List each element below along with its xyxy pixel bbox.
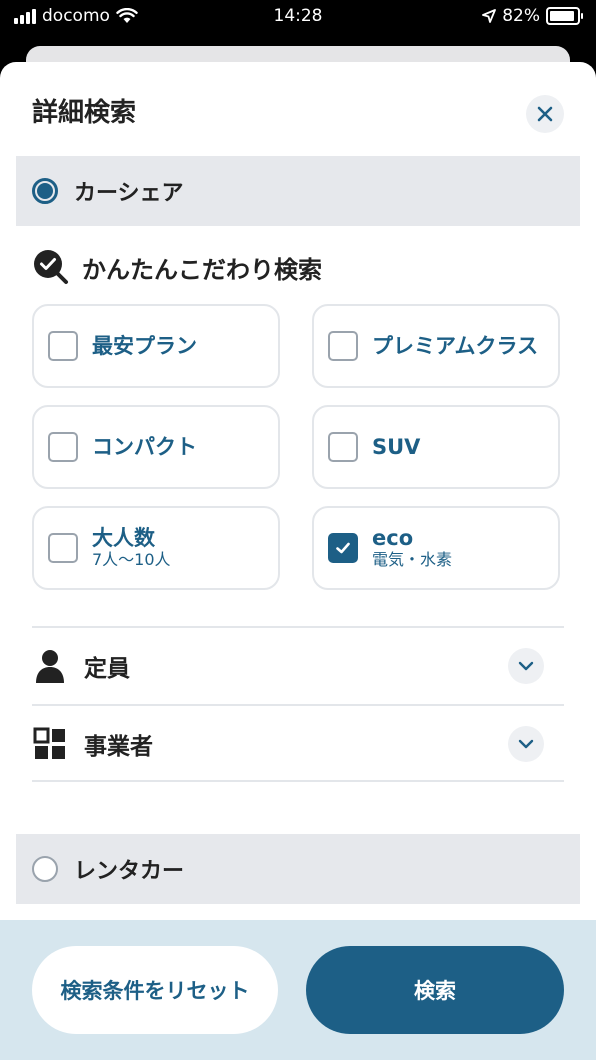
grid-icon: [33, 727, 65, 759]
divider: [32, 780, 564, 782]
eco-label: eco: [372, 526, 414, 550]
large-group-checkbox[interactable]: [48, 533, 78, 563]
rental-label: レンタカー: [74, 859, 185, 884]
accordion-operator[interactable]: 事業者: [32, 704, 564, 782]
operator-expand-button[interactable]: [508, 726, 544, 762]
search-button[interactable]: 検索: [306, 946, 564, 1034]
option-carshare[interactable]: カーシェア: [16, 156, 580, 226]
filter-eco[interactable]: eco 電気・水素: [312, 506, 560, 590]
cheapest-label: 最安プラン: [92, 334, 197, 358]
accordion-capacity[interactable]: 定員: [32, 626, 564, 704]
compact-checkbox[interactable]: [48, 432, 78, 462]
search-check-icon: [34, 250, 68, 284]
status-bar: docomo 14:28 82%: [0, 0, 596, 34]
premium-label: プレミアムクラス: [372, 334, 539, 358]
option-rental[interactable]: レンタカー: [16, 834, 580, 904]
premium-checkbox[interactable]: [328, 331, 358, 361]
large-group-sub: 7人〜10人: [92, 550, 171, 569]
carshare-radio[interactable]: [32, 178, 58, 204]
action-bar: 検索条件をリセット 検索: [0, 920, 596, 1060]
chevron-down-icon: [518, 739, 534, 749]
close-button[interactable]: [526, 95, 564, 133]
location-arrow-icon: [482, 9, 497, 23]
eco-sub: 電気・水素: [372, 550, 453, 569]
compact-label: コンパクト: [92, 435, 197, 459]
detail-search-sheet: 詳細検索 カーシェア かんたんこだわり検索 最安プラン プレミアムクラス コンパ…: [0, 62, 596, 1060]
capacity-label: 定員: [84, 656, 130, 682]
cheapest-checkbox[interactable]: [48, 331, 78, 361]
filter-compact[interactable]: コンパクト: [32, 405, 280, 489]
suv-checkbox[interactable]: [328, 432, 358, 462]
filter-suv[interactable]: SUV: [312, 405, 560, 489]
filter-large-group[interactable]: 大人数 7人〜10人: [32, 506, 280, 590]
quick-search-heading: かんたんこだわり検索: [32, 248, 322, 286]
battery-percent: 82%: [502, 6, 540, 26]
checkmark-icon: [336, 542, 350, 554]
reset-button[interactable]: 検索条件をリセット: [32, 946, 278, 1034]
filter-cheapest[interactable]: 最安プラン: [32, 304, 280, 388]
battery-icon: [546, 7, 583, 25]
operator-label: 事業者: [84, 734, 153, 760]
filter-premium[interactable]: プレミアムクラス: [312, 304, 560, 388]
person-icon: [36, 650, 64, 683]
close-icon: [537, 106, 553, 122]
capacity-expand-button[interactable]: [508, 648, 544, 684]
carshare-label: カーシェア: [74, 181, 184, 206]
chevron-down-icon: [518, 661, 534, 671]
suv-label: SUV: [372, 435, 421, 459]
large-group-label: 大人数: [92, 526, 155, 550]
eco-checkbox[interactable]: [328, 533, 358, 563]
sheet-title: 詳細検索: [32, 98, 137, 128]
rental-radio[interactable]: [32, 856, 58, 882]
